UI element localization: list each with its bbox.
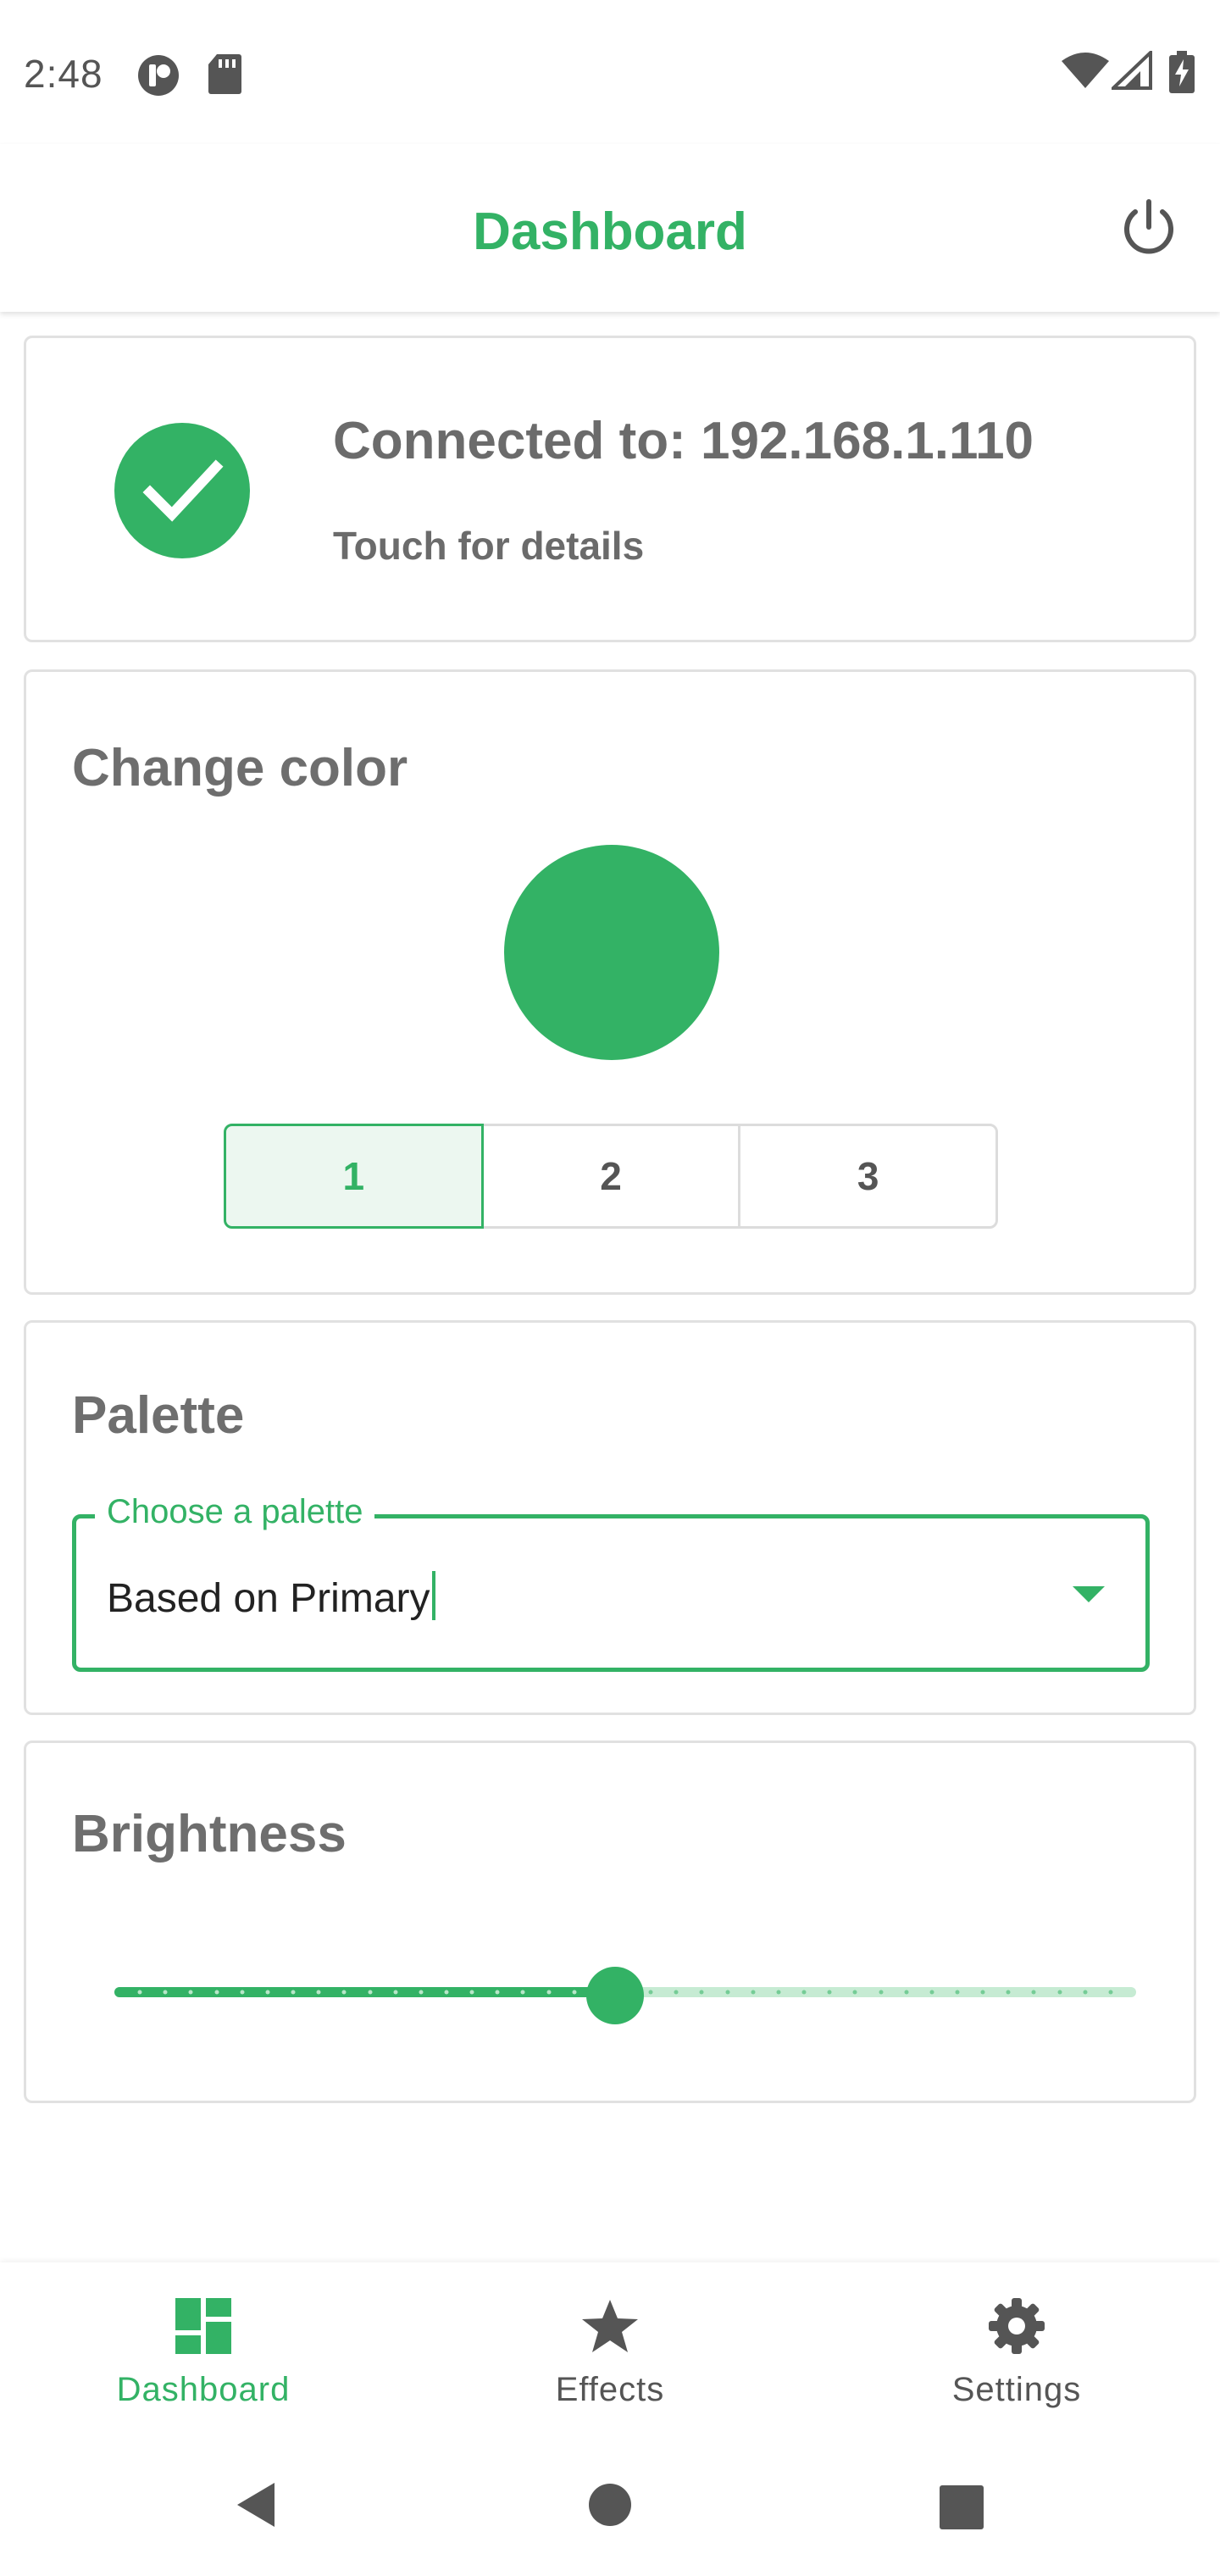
slider-tick [955,1990,960,1995]
palette-dropdown-value-wrap: Based on Primary [107,1571,435,1622]
color-slot-3-button[interactable]: 3 [738,1124,999,1229]
status-bar: 2:48 [0,0,1220,144]
slider-tick [520,1990,525,1995]
app-notification-icon [136,53,181,103]
slider-tick [316,1990,321,1995]
slider-tick [265,1990,270,1995]
app-screen: 2:48 Dashboard Connected to: 192.168.1.1… [0,0,1220,2576]
nav-label-settings: Settings [951,2371,1082,2408]
nav-label-effects: Effects [555,2371,665,2408]
home-circle-icon [589,2484,631,2526]
slider-tick [1006,1990,1011,1995]
slider-tick [801,1990,807,1995]
back-button[interactable] [234,2479,278,2534]
slider-tick [163,1990,168,1995]
status-time: 2:48 [24,52,103,96]
connection-card[interactable]: Connected to: 192.168.1.110 Touch for de… [24,336,1196,642]
slider-tick [751,1990,756,1995]
slider-tick [572,1990,577,1995]
slider-tick [495,1990,500,1995]
check-circle-icon [114,423,250,558]
connection-subtitle: Touch for details [333,524,645,568]
slider-tick [1031,1990,1036,1995]
slider-thumb[interactable] [586,1967,644,2024]
slider-tick [188,1990,193,1995]
nav-item-settings[interactable]: Settings [813,2262,1220,2440]
change-color-card: Change color 1 2 3 [24,669,1196,1295]
color-slot-toggle-group: 1 2 3 [224,1124,999,1229]
text-cursor [431,1571,435,1620]
slider-tick [879,1990,884,1995]
slider-tick [444,1990,449,1995]
change-color-title: Change color [72,739,408,797]
palette-dropdown-value: Based on Primary [107,1576,430,1621]
palette-dropdown-label: Choose a palette [95,1493,375,1531]
slider-tick [240,1990,245,1995]
home-button[interactable] [588,2483,632,2531]
palette-card: Palette Choose a palette Based on Primar… [24,1320,1196,1715]
color-slot-1-button[interactable]: 1 [224,1124,484,1229]
page-title: Dashboard [473,203,747,261]
gear-icon [987,2296,1046,2360]
connection-title: Connected to: 192.168.1.110 [333,412,1034,470]
slider-tick [1108,1990,1113,1995]
slider-tick [776,1990,781,1995]
recents-button[interactable] [939,2484,984,2534]
star-icon [580,2296,640,2360]
slider-tick [341,1990,347,1995]
slider-tick [214,1990,219,1995]
app-bar: Dashboard [0,144,1220,312]
system-navigation-bar [0,2440,1220,2576]
bottom-navigation: Dashboard Effects Settings [0,2262,1220,2440]
dashboard-icon [174,2296,233,2360]
slider-tick [1083,1990,1088,1995]
slider-tick [546,1990,552,1995]
color-swatch[interactable] [504,845,719,1060]
power-button[interactable] [1117,197,1181,265]
color-slot-2-button[interactable]: 2 [480,1124,741,1229]
slider-tick [648,1990,653,1995]
slider-tick [904,1990,909,1995]
cell-signal-icon [1109,48,1152,94]
nav-item-effects[interactable]: Effects [407,2262,813,2440]
palette-dropdown[interactable]: Choose a palette Based on Primary [72,1493,1150,1672]
slider-tick [393,1990,398,1995]
nav-label-dashboard: Dashboard [116,2371,291,2408]
slider-tick [980,1990,985,1995]
dropdown-arrow-icon[interactable] [1073,1586,1105,1602]
slider-tick [137,1990,142,1995]
slider-tick [1057,1990,1062,1995]
brightness-title: Brightness [72,1805,347,1863]
nav-item-dashboard[interactable]: Dashboard [0,2262,407,2440]
power-icon [1124,199,1173,254]
slider-tick [469,1990,474,1995]
recents-square-icon [940,2485,984,2529]
sd-card-icon [207,53,242,99]
slider-tick [419,1990,424,1995]
wifi-icon [1061,51,1110,94]
slider-tick [368,1990,373,1995]
slider-tick [291,1990,296,1995]
palette-title: Palette [72,1386,245,1445]
brightness-card: Brightness [24,1740,1196,2103]
brightness-slider[interactable] [114,1967,1136,2024]
back-triangle-icon [237,2483,274,2527]
slider-tick [699,1990,704,1995]
slider-tick [827,1990,832,1995]
slider-tick [929,1990,934,1995]
slider-tick [725,1990,730,1995]
battery-charging-icon [1169,51,1195,97]
slider-tick [852,1990,857,1995]
slider-tick [674,1990,679,1995]
